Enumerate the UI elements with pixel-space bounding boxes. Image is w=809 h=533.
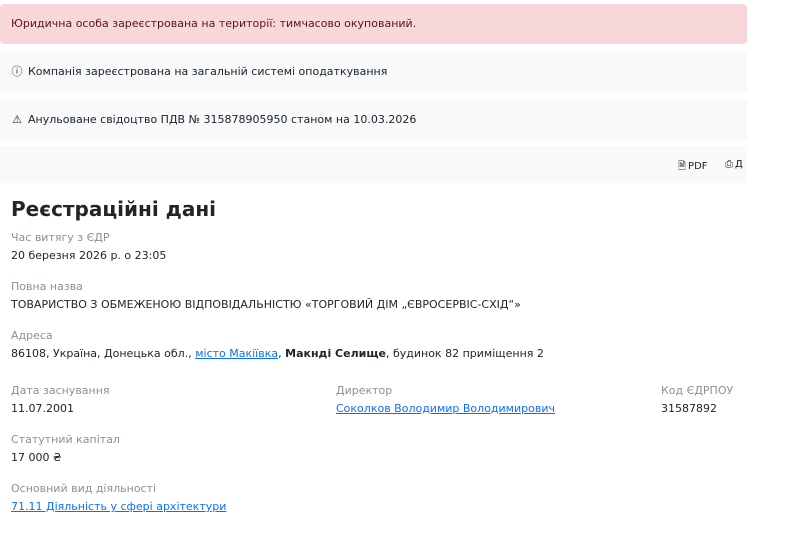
address-label: Адреса	[11, 329, 53, 342]
warning-icon: ⚠	[12, 113, 22, 126]
edrpou-label: Код ЄДРПОУ	[661, 384, 734, 397]
print-button[interactable]: ⎙ Д	[725, 159, 743, 170]
section-title: Реєстраційні дані	[11, 197, 216, 221]
tax-system-text: Компанія зареєстрована на загальній сист…	[28, 65, 388, 78]
director-link[interactable]: Соколков Володимир Володимирович	[336, 402, 555, 415]
activity-link[interactable]: 71.11 Діяльність у сфері архітектури	[11, 500, 226, 513]
tax-system-notice: ⓘ Компанія зареєстрована на загальній сис…	[0, 51, 747, 93]
full-name-label: Повна назва	[11, 280, 83, 293]
address-value: 86108, Україна, Донецька обл., місто Мак…	[11, 347, 544, 360]
founded-label: Дата заснування	[11, 384, 110, 397]
pdf-file-icon: 🗎	[678, 161, 687, 172]
vat-certificate-text: Анульоване свідоцтво ПДВ № 315878905950 …	[28, 113, 417, 126]
extract-time-label: Час витягу з ЄДР	[11, 231, 110, 244]
full-name-value: ТОВАРИСТВО З ОБМЕЖЕНОЮ ВІДПОВІДАЛЬНІСТЮ …	[11, 298, 521, 311]
pdf-button-label: PDF	[688, 161, 708, 172]
printer-icon: ⎙	[725, 159, 733, 170]
pdf-button[interactable]: 🗎 PDF	[678, 159, 708, 176]
edrpou-value: 31587892	[661, 402, 717, 415]
export-toolbar: 🗎 PDF ⎙ Д	[0, 146, 747, 183]
activity-label: Основний вид діяльності	[11, 482, 157, 495]
extract-time-value: 20 березня 2026 р. о 23:05	[11, 249, 167, 262]
capital-value: 17 000 ₴	[11, 451, 62, 464]
settlement-name: Макнді Селище	[285, 347, 386, 360]
address-suffix: , будинок 82 приміщення 2	[385, 347, 544, 360]
capital-label: Статутний капітал	[11, 433, 120, 446]
founded-value: 11.07.2001	[11, 402, 74, 415]
city-link[interactable]: місто Макіївка	[195, 347, 278, 360]
vat-certificate-notice: ⚠ Анульоване свідоцтво ПДВ № 315878905950…	[0, 99, 747, 141]
print-button-label: Д	[735, 159, 743, 170]
occupied-territory-text: Юридична особа зареєстрована на територі…	[11, 17, 417, 30]
occupied-territory-alert: Юридична особа зареєстрована на територі…	[0, 4, 747, 44]
info-icon: ⓘ	[11, 65, 23, 78]
director-label: Директор	[336, 384, 393, 397]
company-page: Юридична особа зареєстрована на територі…	[0, 0, 747, 533]
address-prefix: 86108, Україна, Донецька обл.,	[11, 347, 196, 360]
